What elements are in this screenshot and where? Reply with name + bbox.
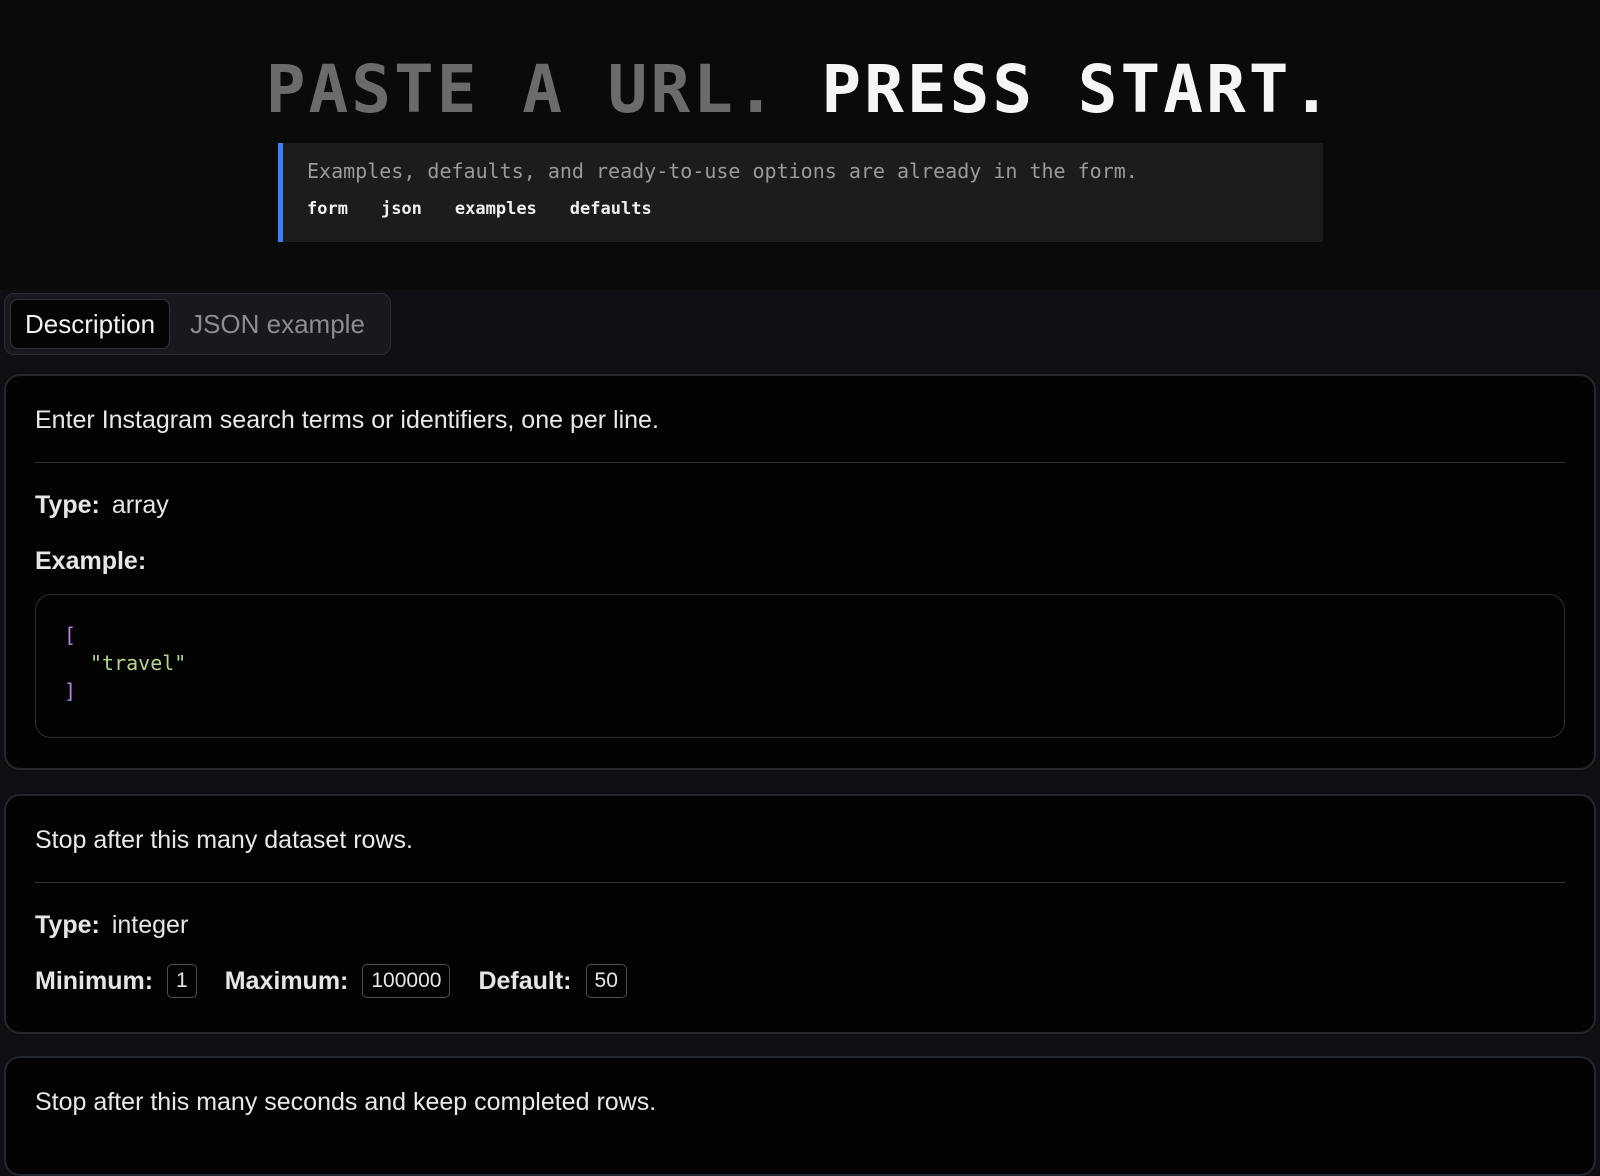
field-type: Type: integer [35, 911, 188, 940]
field-description: Stop after this many dataset rows. [35, 826, 413, 854]
tag-examples: examples [454, 199, 537, 219]
field-card-search-terms: Enter Instagram search terms or identifi… [4, 374, 1596, 770]
field-card-max-rows: Stop after this many dataset rows. Type:… [4, 794, 1596, 1034]
maximum-label: Maximum: [224, 966, 349, 995]
type-label: Type: [35, 491, 100, 519]
minimum-value-badge: 1 [167, 964, 197, 998]
code-close-bracket: ] [64, 679, 77, 703]
type-value: integer [111, 911, 189, 939]
example-label: Example: [35, 547, 147, 575]
field-card-max-seconds: Stop after this many seconds and keep co… [4, 1056, 1596, 1176]
hero-section: PASTE A URL. PRESS START. Examples, defa… [0, 0, 1600, 290]
view-tabs: Description JSON example [4, 293, 391, 355]
hero-title-part2: PRESS START. [821, 51, 1335, 128]
field-description: Enter Instagram search terms or identifi… [35, 406, 659, 434]
tag-defaults: defaults [569, 199, 652, 219]
default-value-badge: 50 [585, 964, 627, 998]
callout-text: Examples, defaults, and ready-to-use opt… [307, 159, 1138, 183]
tag-json: json [380, 199, 422, 219]
code-string: "travel" [90, 651, 187, 675]
divider [35, 462, 1565, 463]
field-type: Type: array [35, 491, 169, 520]
tab-json-example[interactable]: JSON example [170, 299, 385, 349]
hero-title: PASTE A URL. PRESS START. [0, 52, 1600, 128]
type-label: Type: [35, 911, 100, 939]
field-description: Stop after this many seconds and keep co… [35, 1088, 657, 1116]
hero-title-part1: PASTE A URL. [265, 51, 779, 128]
tab-description[interactable]: Description [10, 299, 171, 349]
field-example-heading: Example: [35, 547, 158, 576]
divider [35, 882, 1565, 883]
type-value: array [111, 491, 169, 519]
tag-form: form [307, 199, 348, 219]
minimum-label: Minimum: [35, 966, 154, 995]
example-code-block: [ "travel" ] [35, 594, 1565, 738]
field-constraints: Minimum: 1 Maximum: 100000 Default: 50 [35, 964, 655, 998]
maximum-value-badge: 100000 [362, 964, 451, 998]
default-label: Default: [478, 966, 572, 995]
callout-tags: form json examples defaults [307, 199, 1299, 219]
hero-callout: Examples, defaults, and ready-to-use opt… [278, 143, 1323, 242]
code-open-bracket: [ [64, 623, 77, 647]
